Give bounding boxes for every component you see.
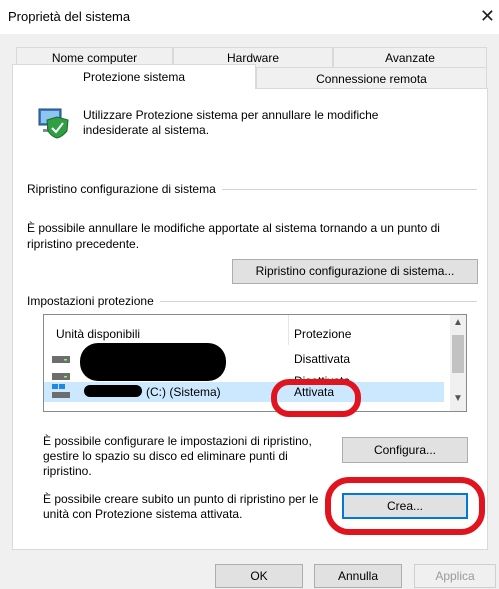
- close-icon[interactable]: ✕: [480, 6, 495, 27]
- create-description: È possibile creare subito un punto di ri…: [43, 492, 319, 521]
- drive-icon: [52, 356, 70, 363]
- window-title: Proprietà del sistema: [8, 9, 131, 24]
- windows-drive-icon: [52, 384, 70, 398]
- scroll-down-icon[interactable]: ▼: [450, 393, 466, 409]
- intro-text: Utilizzare Protezione sistema per annull…: [83, 108, 379, 137]
- ripristino-description: È possibile annullare le modifiche appor…: [27, 221, 440, 251]
- redaction-mark: [84, 385, 142, 397]
- column-header-unita[interactable]: Unità disponibili: [56, 327, 140, 341]
- apply-button[interactable]: Applica: [414, 564, 496, 588]
- title-bar: Proprietà del sistema ✕: [0, 0, 499, 34]
- drive-icon: [52, 373, 70, 380]
- drives-list[interactable]: Unità disponibili Protezione Disattivata…: [43, 314, 467, 412]
- scroll-thumb[interactable]: [452, 335, 464, 373]
- scroll-up-icon[interactable]: ▲: [450, 317, 466, 333]
- tab-panel: Utilizzare Protezione sistema per annull…: [12, 88, 488, 550]
- tab-protezione-sistema[interactable]: Protezione sistema: [12, 64, 256, 89]
- tab-connessione-remota[interactable]: Connessione remota: [256, 67, 487, 88]
- column-divider: [288, 315, 289, 345]
- configure-button[interactable]: Configura...: [342, 437, 468, 463]
- drive-name: (C:) (Sistema): [146, 385, 221, 399]
- column-header-protezione[interactable]: Protezione: [294, 327, 351, 341]
- annotation-circle: [271, 379, 361, 417]
- annotation-circle: [325, 477, 485, 535]
- system-restore-button[interactable]: Ripristino configurazione di sistema...: [232, 259, 478, 284]
- vertical-scrollbar[interactable]: ▲ ▼: [450, 315, 466, 411]
- protection-status: Disattivata: [294, 352, 351, 366]
- redaction-mark: [80, 343, 226, 381]
- impostazioni-group-title: Impostazioni protezione: [27, 294, 160, 308]
- system-protection-shield-icon: [38, 108, 69, 139]
- cancel-button[interactable]: Annulla: [314, 564, 402, 588]
- tab-avanzate[interactable]: Avanzate: [333, 47, 487, 67]
- ripristino-group-title: Ripristino configurazione di sistema: [27, 182, 222, 196]
- configure-description: È possibile configurare le impostazioni …: [43, 434, 312, 478]
- ok-button[interactable]: OK: [215, 564, 303, 588]
